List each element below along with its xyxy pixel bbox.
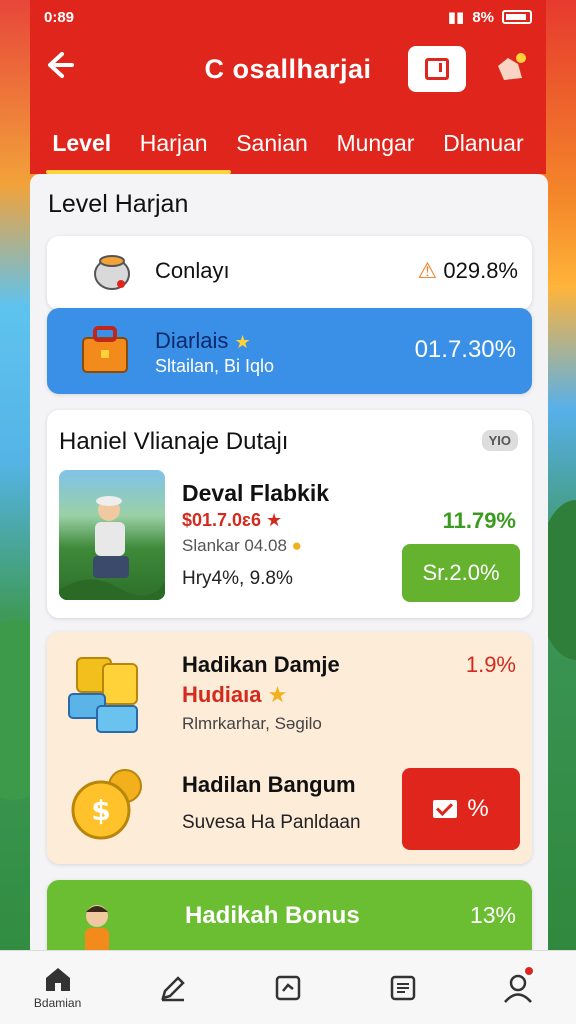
app-header: C osallharjai Level Harjan Sanian Mungar… [30, 34, 546, 174]
tab-mungar[interactable]: Mungar [336, 112, 414, 174]
reward-title: Hadikan Damje [182, 652, 340, 677]
reward-bonus-detail: Suvesa Ha Panldaan [182, 812, 361, 833]
list-item-name: Conlayı [155, 258, 230, 283]
signal-icon: ▮▮ [447, 9, 465, 26]
status-time: 0:89 [44, 8, 75, 26]
list-item-name-text: Diarlais [155, 328, 229, 353]
tab-harjan[interactable]: Harjan [140, 112, 208, 174]
tab-bar: Level Harjan Sanian Mungar Dlanuar [30, 112, 546, 174]
notification-badge [523, 964, 536, 977]
mail-icon [433, 800, 458, 818]
battery-icon [502, 10, 532, 24]
reward-claim-button[interactable]: % [402, 768, 520, 850]
chart-icon [275, 975, 301, 1000]
list-icon [390, 975, 416, 1000]
notification-icon[interactable] [494, 52, 526, 82]
star-icon: ★ [266, 510, 283, 530]
nav-chart[interactable] [253, 951, 323, 1024]
nav-edit[interactable] [138, 951, 208, 1024]
coin-icon: $ [63, 764, 155, 846]
card-heading: Haniel Vlianaje Dutajı [59, 428, 289, 455]
calendar-icon [425, 58, 449, 80]
task-price: $01.7.0ɛ6 ★ [182, 510, 282, 531]
bonus-label: Hadikah Bonus [185, 902, 360, 929]
reward-bonus-title: Hadilan Bangum [182, 772, 356, 797]
status-bar: 0:89 ▮▮ 8% [30, 0, 546, 34]
reward-subtitle-red: Hudiaıa ★ [182, 682, 287, 708]
svg-text:$: $ [91, 794, 110, 827]
tab-level[interactable]: Level [46, 112, 231, 174]
task-subtitle-text: Slankar 04.08 [182, 536, 287, 555]
reward-card: Hadikan Damje 1.9% Hudiaıa ★ Rlmrkarhar,… [47, 632, 532, 864]
list-item-value: 01.7.30% [414, 336, 516, 363]
daily-task-card: Haniel Vlianaje Dutajı YIO Deval Flabkik… [47, 410, 532, 618]
calendar-button[interactable] [408, 46, 466, 92]
bonus-value: 13% [469, 902, 516, 928]
edit-icon [160, 975, 185, 1001]
nav-list[interactable] [368, 951, 438, 1024]
coin-icon: ● [291, 536, 302, 555]
nav-home-label: Bdamian [33, 996, 82, 1010]
list-item-value: ⚠ 029.8% [418, 258, 518, 284]
tab-dlanuar[interactable]: Dlanuar [443, 112, 524, 174]
home-icon [45, 968, 70, 991]
list-item[interactable]: Conlayı ⚠ 029.8% [47, 236, 532, 310]
pot-icon [89, 248, 135, 294]
toolbox-icon [79, 322, 131, 378]
character-icon [75, 896, 125, 950]
task-subtitle: Slankar 04.08 ● [182, 536, 302, 556]
claim-button[interactable]: Sr.2.0% [402, 544, 520, 602]
page-title: C osallharjai [204, 54, 372, 84]
reward-claim-label: % [467, 795, 489, 822]
battery-percent: 8% [472, 8, 494, 26]
warning-icon: ⚠ [417, 258, 438, 283]
main-panel: Level Harjan Conlayı ⚠ 029.8% Diarlais ★ [30, 174, 548, 950]
reward-subtitle-text: Hudiaıa [182, 682, 262, 707]
list-item-name: Diarlais ★ [155, 328, 251, 354]
task-photo [59, 470, 165, 600]
reward-detail: Rlmrkarhar, Səgilo [182, 714, 322, 733]
task-percent: 11.79% [442, 508, 516, 533]
money-icon [67, 650, 153, 742]
nav-home[interactable]: Bdamian [23, 951, 93, 1024]
star-icon: ★ [267, 682, 288, 707]
task-price-text: $01.7.0ɛ6 [182, 510, 262, 530]
bonus-banner[interactable]: Hadikah Bonus 13% [47, 880, 532, 950]
card-tag: YIO [481, 430, 518, 451]
nav-profile[interactable] [483, 951, 553, 1024]
task-title: Deval Flabkik [182, 480, 330, 506]
list-item-subtitle: Sltailan, Bi Iqlo [155, 356, 275, 376]
star-icon: ★ [234, 332, 251, 352]
reward-percent: 1.9% [465, 652, 516, 677]
list-item-value-text: 029.8% [443, 258, 518, 283]
bottom-nav: Bdamian [0, 950, 576, 1024]
task-stats: Hry4%, 9.8% [182, 568, 293, 589]
list-item-highlighted[interactable]: Diarlais ★ Sltailan, Bi Iqlo 01.7.30% [47, 308, 532, 394]
profile-icon [504, 974, 533, 1003]
tab-sanian[interactable]: Sanian [236, 112, 308, 174]
section-title: Level Harjan [48, 190, 189, 218]
